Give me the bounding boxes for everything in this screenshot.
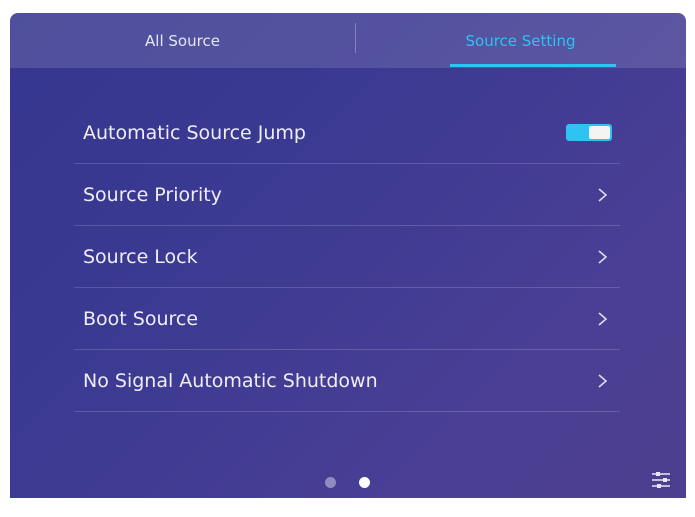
- page-dot-2-active[interactable]: [359, 477, 370, 488]
- setting-row-source-lock[interactable]: Source Lock: [74, 226, 620, 288]
- sliders-icon[interactable]: [651, 470, 671, 490]
- chevron-right-icon: [598, 312, 608, 326]
- tab-bar: All Source Source Setting: [10, 13, 686, 68]
- toggle-knob: [589, 126, 610, 139]
- setting-label: Source Priority: [83, 184, 222, 206]
- setting-row-source-priority[interactable]: Source Priority: [74, 164, 620, 226]
- chevron-right-icon: [598, 374, 608, 388]
- setting-row-automatic-source-jump[interactable]: Automatic Source Jump: [74, 102, 620, 164]
- setting-row-boot-source[interactable]: Boot Source: [74, 288, 620, 350]
- page-dot-1[interactable]: [325, 477, 336, 488]
- setting-label: Automatic Source Jump: [83, 122, 306, 144]
- setting-row-no-signal-automatic-shutdown[interactable]: No Signal Automatic Shutdown: [74, 350, 620, 412]
- page-indicator: [325, 477, 375, 489]
- chevron-right-icon: [598, 188, 608, 202]
- automatic-source-jump-toggle[interactable]: [566, 124, 612, 141]
- setting-label: Source Lock: [83, 246, 198, 268]
- settings-list: Automatic Source Jump Source Priority So…: [74, 102, 620, 412]
- tab-source-setting[interactable]: Source Setting: [355, 13, 686, 68]
- tab-all-source[interactable]: All Source: [10, 13, 355, 68]
- active-tab-indicator: [450, 64, 616, 67]
- setting-label: No Signal Automatic Shutdown: [83, 370, 378, 392]
- chevron-right-icon: [598, 250, 608, 264]
- setting-label: Boot Source: [83, 308, 199, 330]
